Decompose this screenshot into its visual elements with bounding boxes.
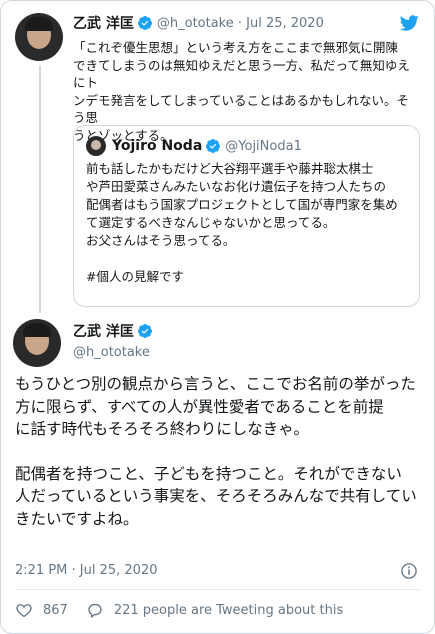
divider: [15, 589, 420, 590]
text-line: 前も話したかもだけど大谷翔平選手や藤井聡太棋士: [86, 161, 374, 176]
text-line: て選定するべきなんじゃないかと思ってる。: [86, 215, 336, 230]
parent-tweet-header: 乙武 洋匡 @h_ototake · Jul 25, 2020: [73, 13, 324, 33]
avatar: [86, 136, 106, 156]
main-tweet-text: もうひとつ別の観点から言うと、ここでお名前の挙がった 方に限らず、すべての人が異…: [15, 373, 425, 530]
heart-icon[interactable]: [15, 601, 33, 619]
handle-and-date[interactable]: @h_ototake · Jul 25, 2020: [157, 16, 324, 31]
text-line: 人だっているという事実を、そろそろみんなで共有してい: [15, 487, 417, 505]
quoted-tweet-text: 前も話したかもだけど大谷翔平選手や藤井聡太棋士 や芦田愛菜さんみたいなお化け遺伝…: [86, 160, 408, 286]
text-line: できてしまうのは無知ゆえだと思う一方、私だって無知ゆえにト: [73, 57, 410, 91]
handle[interactable]: @h_ototake: [73, 345, 153, 360]
people-tweeting-link[interactable]: 221 people are Tweeting about this: [86, 601, 343, 619]
avatar[interactable]: [15, 13, 63, 61]
text-line: に話す時代もそろそろ終わりにしなきゃ。: [15, 420, 309, 438]
text-line: きたいですよね。: [15, 509, 139, 528]
comment-icon: [88, 603, 102, 619]
text-line: 「これぞ優生思想」という考え方をここまで無邪気に開陳: [73, 40, 399, 55]
handle: @YojiNoda1: [225, 138, 302, 154]
main-tweet-author[interactable]: 乙武 洋匡 @h_ototake: [73, 321, 153, 360]
quoted-tweet-header: Yojiro Noda @YojiNoda1: [86, 136, 302, 156]
quoted-tweet[interactable]: Yojiro Noda @YojiNoda1 前も話したかもだけど大谷翔平選手や…: [73, 125, 420, 307]
thread-line: [39, 65, 41, 313]
verified-badge-icon: [137, 16, 152, 30]
author-name[interactable]: 乙武 洋匡: [73, 13, 134, 33]
text-line: ンデモ発言をしてしまっていることはあるかもしれない。そう思: [73, 92, 410, 126]
people-tweeting-text: 221 people are Tweeting about this: [113, 602, 344, 618]
tweet-card: 乙武 洋匡 @h_ototake · Jul 25, 2020 「これぞ優生思想…: [0, 0, 435, 634]
text-line: [86, 250, 408, 268]
text-line: お父さんはそう思ってる。: [86, 233, 236, 248]
text-line: や芦田愛菜さんみたいなお化け遺伝子を持つ人たちの: [86, 179, 387, 194]
parent-tweet[interactable]: 乙武 洋匡 @h_ototake · Jul 25, 2020 「これぞ優生思想…: [1, 1, 434, 313]
avatar[interactable]: [13, 319, 61, 367]
text-line: 配偶者を持つこと、子どもを持つこと。それができない: [15, 464, 402, 483]
verified-badge-icon: [206, 139, 221, 153]
paragraph: 配偶者を持つこと、子どもを持つこと。それができない 人だっているという事実を、そ…: [15, 463, 425, 531]
like-count[interactable]: 867: [43, 603, 68, 618]
verified-badge-icon: [137, 324, 152, 338]
tweet-actions: 867 221 people are Tweeting about this: [15, 601, 343, 619]
hashtag[interactable]: #個人の見解です: [86, 268, 408, 286]
text-line: 方に限らず、すべての人が異性愛者であることを前提: [15, 397, 384, 416]
twitter-bird-icon[interactable]: [398, 13, 420, 33]
author-name[interactable]: 乙武 洋匡: [73, 321, 134, 341]
info-icon[interactable]: [400, 562, 418, 580]
paragraph: もうひとつ別の観点から言うと、ここでお名前の挙がった 方に限らず、すべての人が異…: [15, 373, 425, 441]
text-line: もうひとつ別の観点から言うと、ここでお名前の挙がった: [15, 375, 416, 393]
author-name: Yojiro Noda: [112, 138, 203, 154]
text-line: 配偶者はもう国家プロジェクトとして国が専門家を集め: [86, 197, 398, 212]
tweet-timestamp[interactable]: 2:21 PM · Jul 25, 2020: [15, 563, 158, 578]
